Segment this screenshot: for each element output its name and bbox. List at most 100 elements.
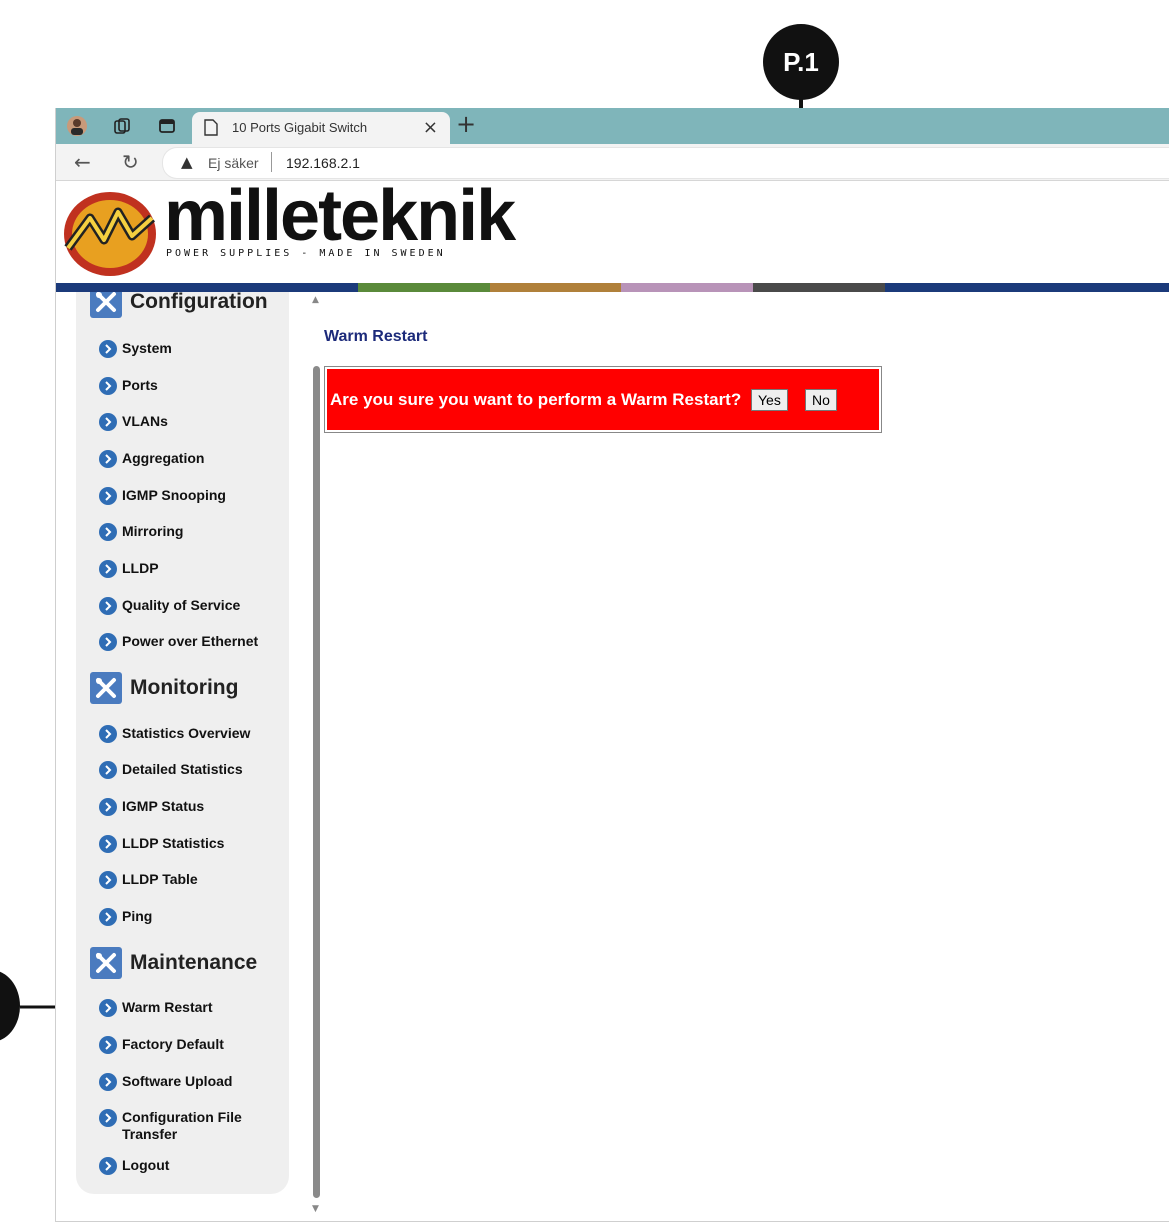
sidebar-item-label: LLDP Statistics xyxy=(122,835,225,851)
chevron-right-icon xyxy=(99,560,117,578)
sidebar-item-label: System xyxy=(122,340,172,356)
profile-avatar-icon[interactable] xyxy=(66,115,88,137)
tab-bar: 10 Ports Gigabit Switch × + xyxy=(56,108,1169,144)
browser-window: 10 Ports Gigabit Switch × + ← ↻ ▲ Ej säk… xyxy=(55,108,1169,1222)
confirm-panel: Are you sure you want to perform a Warm … xyxy=(327,369,879,430)
page-icon xyxy=(204,119,218,136)
colorbar-segment xyxy=(621,283,753,292)
sidebar: Configuration System Ports VLANs Aggregation… xyxy=(76,292,289,1194)
sidebar-item-label: Logout xyxy=(122,1157,170,1173)
tools-icon xyxy=(90,672,122,704)
chevron-right-icon xyxy=(99,377,117,395)
confirm-message: Are you sure you want to perform a Warm … xyxy=(330,390,742,409)
sidebar-item-label: Power over Ethernet xyxy=(122,633,259,649)
section-label: Configuration xyxy=(130,292,268,313)
colorbar-segment xyxy=(753,283,885,292)
colorbar-segment xyxy=(56,283,358,292)
sidebar-item-ports[interactable]: Ports xyxy=(99,377,272,395)
chevron-right-icon xyxy=(99,1157,117,1175)
warning-icon[interactable]: ▲ xyxy=(181,153,193,171)
chevron-right-icon xyxy=(99,1109,117,1127)
sidebar-item-label: IGMP Snooping xyxy=(122,487,226,503)
colorbar-segment xyxy=(358,283,490,292)
chevron-right-icon xyxy=(99,908,117,926)
chevron-right-icon xyxy=(99,999,117,1017)
section-monitoring: Monitoring xyxy=(90,672,238,704)
chevron-right-icon xyxy=(99,761,117,779)
page-title: Warm Restart xyxy=(324,328,428,345)
sidebar-item-label: Factory Default xyxy=(122,1036,224,1052)
logo-wordmark: milleteknik xyxy=(164,176,516,256)
chevron-right-icon xyxy=(99,450,117,468)
tab-close-icon[interactable]: × xyxy=(423,117,438,138)
chevron-right-icon xyxy=(99,340,117,358)
chevron-right-icon xyxy=(99,835,117,853)
sidebar-item-label: LLDP xyxy=(122,560,159,576)
reload-icon[interactable]: ↻ xyxy=(122,150,139,174)
sidebar-item-configuration-file-transfer[interactable]: Configuration File Transfer xyxy=(99,1109,272,1143)
sidebar-item-igmp-status[interactable]: IGMP Status xyxy=(99,798,272,816)
chevron-right-icon xyxy=(99,633,117,651)
security-label[interactable]: Ej säker xyxy=(208,155,259,171)
sidebar-item-label: IGMP Status xyxy=(122,798,205,814)
sidebar-item-lldp-statistics[interactable]: LLDP Statistics xyxy=(99,835,272,853)
sidebar-item-power-over-ethernet[interactable]: Power over Ethernet xyxy=(99,633,272,651)
chevron-right-icon xyxy=(99,1036,117,1054)
sidebar-item-label: Ports xyxy=(122,377,158,393)
tab-actions-icon[interactable] xyxy=(156,115,178,137)
chevron-right-icon xyxy=(99,597,117,615)
url-separator xyxy=(271,152,272,172)
sidebar-item-lldp-table[interactable]: LLDP Table xyxy=(99,871,272,889)
header-colorbar xyxy=(56,283,1169,292)
colorbar-segment xyxy=(885,283,1169,292)
chevron-right-icon xyxy=(99,798,117,816)
sidebar-item-lldp[interactable]: LLDP xyxy=(99,560,272,578)
site-header: milleteknik POWER SUPPLIES - MADE IN SWE… xyxy=(56,176,1169,290)
section-label: Monitoring xyxy=(130,676,239,699)
sidebar-item-aggregation[interactable]: Aggregation xyxy=(99,450,272,468)
yes-button[interactable]: Yes xyxy=(751,389,788,411)
sidebar-item-label: Warm Restart xyxy=(122,999,213,1015)
tab-title: 10 Ports Gigabit Switch xyxy=(232,120,368,135)
section-configuration: Configuration xyxy=(90,292,268,318)
back-arrow-icon[interactable]: ← xyxy=(74,150,91,174)
section-maintenance: Maintenance xyxy=(90,947,257,979)
sidebar-item-label: Configuration File Transfer xyxy=(122,1109,242,1142)
sidebar-item-label: Statistics Overview xyxy=(122,725,251,741)
sidebar-item-factory-default[interactable]: Factory Default xyxy=(99,1036,272,1054)
new-tab-button[interactable]: + xyxy=(456,110,476,138)
sidebar-item-software-upload[interactable]: Software Upload xyxy=(99,1073,272,1091)
sidebar-item-label: Mirroring xyxy=(122,523,184,539)
chevron-right-icon xyxy=(99,1073,117,1091)
sidebar-item-quality-of-service[interactable]: Quality of Service xyxy=(99,597,272,615)
colorbar-segment xyxy=(490,283,621,292)
sidebar-item-igmp-snooping[interactable]: IGMP Snooping xyxy=(99,487,272,505)
sidebar-item-logout[interactable]: Logout xyxy=(99,1157,272,1175)
milleteknik-logo-icon xyxy=(64,192,156,276)
sidebar-item-warm-restart[interactable]: Warm Restart xyxy=(99,999,272,1017)
url-field[interactable]: ▲ Ej säker 192.168.2.1 xyxy=(162,147,1169,179)
sidebar-item-system[interactable]: System xyxy=(99,340,272,358)
scrollbar-thumb[interactable] xyxy=(313,366,320,1198)
sidebar-item-detailed-statistics[interactable]: Detailed Statistics xyxy=(99,761,272,779)
tab-active[interactable]: 10 Ports Gigabit Switch × xyxy=(192,112,450,144)
sidebar-item-mirroring[interactable]: Mirroring xyxy=(99,523,272,541)
sidebar-item-label: Quality of Service xyxy=(122,597,241,613)
url-text[interactable]: 192.168.2.1 xyxy=(286,155,360,171)
sidebar-item-ping[interactable]: Ping xyxy=(99,908,272,926)
chevron-right-icon xyxy=(99,487,117,505)
chevron-right-icon xyxy=(99,523,117,541)
scroll-down-icon[interactable]: ▼ xyxy=(312,1204,319,1214)
sidebar-item-label: Aggregation xyxy=(122,450,205,466)
scroll-up-icon[interactable]: ▲ xyxy=(312,295,319,305)
sidebar-item-label: LLDP Table xyxy=(122,871,198,887)
sidebar-item-label: Detailed Statistics xyxy=(122,761,243,777)
logo-tagline: POWER SUPPLIES - MADE IN SWEDEN xyxy=(166,248,446,259)
sidebar-item-statistics-overview[interactable]: Statistics Overview xyxy=(99,725,272,743)
no-button[interactable]: No xyxy=(805,389,837,411)
workspaces-icon[interactable] xyxy=(111,115,133,137)
chevron-right-icon xyxy=(99,413,117,431)
tools-icon xyxy=(90,292,122,318)
sidebar-item-vlans[interactable]: VLANs xyxy=(99,413,272,431)
restart-confirm-box: Are you sure you want to perform a Warm … xyxy=(324,366,882,433)
